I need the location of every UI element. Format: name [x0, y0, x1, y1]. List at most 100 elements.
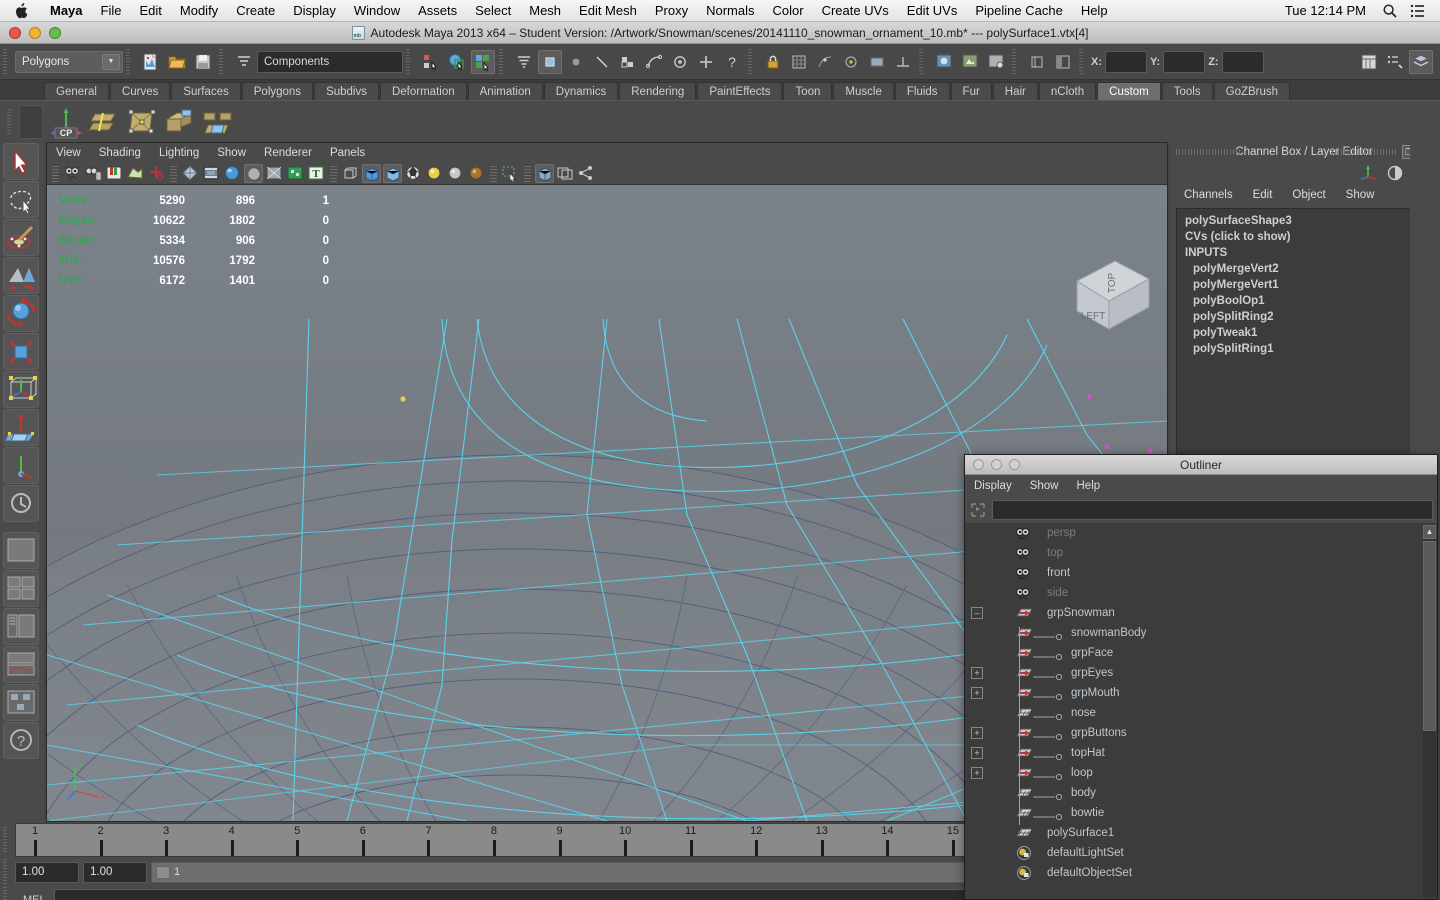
grip-3[interactable] — [219, 48, 228, 75]
selection-mask-dropdown[interactable]: Polygons ▼ — [15, 50, 123, 73]
y-input[interactable] — [1163, 50, 1206, 73]
shelf-grip[interactable] — [7, 108, 16, 135]
outliner-expand-toggle-grpMouth[interactable]: + — [971, 687, 983, 699]
outliner-row-grpSnowman[interactable]: – grpSnowman — [965, 603, 1437, 623]
text-icon[interactable]: T — [307, 164, 326, 183]
outliner-list[interactable]: persp top front side – grpSnowman snowmanBody g… — [965, 523, 1437, 899]
osx-menu-proxy[interactable]: Proxy — [646, 0, 697, 22]
layout-single-icon[interactable] — [3, 532, 39, 569]
show-manipulator-icon[interactable] — [3, 447, 39, 484]
light-brown-icon[interactable] — [467, 164, 486, 183]
share-icon[interactable] — [577, 164, 596, 183]
list-icon[interactable] — [1410, 3, 1426, 19]
channel-box-list[interactable]: polySurfaceShape3 CVs (click to show) IN… — [1176, 208, 1432, 462]
outliner-row-top[interactable]: top — [965, 543, 1437, 563]
last-tool-icon[interactable] — [3, 485, 39, 522]
viewport-grip-2[interactable] — [170, 165, 177, 182]
render-settings-icon[interactable] — [984, 50, 1008, 74]
handle-mask-icon[interactable] — [668, 50, 692, 74]
outliner-search-input[interactable] — [992, 500, 1433, 520]
channel-box-input-polytweak1[interactable]: polyTweak1 — [1177, 325, 1431, 341]
shelf-tab-custom[interactable]: Custom — [1097, 82, 1161, 100]
outliner-expand-toggle-loop[interactable]: + — [971, 767, 983, 779]
select-by-hierarchy-icon[interactable] — [419, 50, 443, 74]
snap-normal-icon[interactable] — [891, 50, 915, 74]
osx-menu-edit-uvs[interactable]: Edit UVs — [898, 0, 967, 22]
osx-menu-help[interactable]: Help — [1072, 0, 1117, 22]
outliner-window[interactable]: Outliner Display Show Help persp top front… — [964, 454, 1438, 900]
manip-icon[interactable] — [147, 164, 166, 183]
outliner-row-nose[interactable]: nose — [965, 703, 1437, 723]
osx-menu-mesh[interactable]: Mesh — [520, 0, 570, 22]
status-line-grip[interactable] — [3, 48, 12, 75]
layout-hypershade-icon[interactable] — [3, 684, 39, 721]
select-hierarchy-icon[interactable] — [232, 50, 256, 74]
layout-four-icon[interactable] — [3, 570, 39, 607]
component-mask-icon[interactable] — [512, 50, 536, 74]
half-circle-icon[interactable] — [1386, 164, 1404, 182]
film-gate-icon[interactable] — [556, 164, 575, 183]
toggle-tool-settings-icon[interactable] — [1051, 50, 1075, 74]
outliner-menu-show[interactable]: Show — [1021, 480, 1068, 492]
snap-view-plane-icon[interactable] — [865, 50, 889, 74]
apple-icon[interactable] — [0, 2, 41, 19]
osx-menu-create-uvs[interactable]: Create UVs — [813, 0, 898, 22]
channel-box-grip-right[interactable] — [1332, 149, 1398, 155]
outliner-expand-toggle-grpSnowman[interactable]: – — [971, 607, 983, 619]
viewport-menu-panels[interactable]: Panels — [321, 147, 374, 159]
viewport-menu-renderer[interactable]: Renderer — [255, 147, 321, 159]
channel-box-input-polymergevert2[interactable]: polyMergeVert2 — [1177, 261, 1431, 277]
outliner-filter-icon[interactable] — [969, 501, 987, 519]
texture-icon[interactable] — [223, 164, 242, 183]
show-attribute-editor-icon[interactable] — [1383, 50, 1407, 74]
layout-graph-icon[interactable] — [3, 646, 39, 683]
shelf-tab-fur[interactable]: Fur — [950, 82, 992, 100]
multicut-icon[interactable] — [125, 105, 159, 139]
range-grip[interactable] — [3, 859, 12, 885]
extrude-icon[interactable] — [163, 105, 197, 139]
outliner-row-grpEyes[interactable]: + grpEyes — [965, 663, 1437, 683]
grip-7[interactable] — [919, 48, 928, 75]
layout-outliner-icon[interactable] — [3, 608, 39, 645]
outliner-row-grpButtons[interactable]: + grpButtons — [965, 723, 1437, 743]
shelf-tab-animation[interactable]: Animation — [467, 82, 543, 100]
osx-menu-assets[interactable]: Assets — [409, 0, 466, 22]
lighting-icon[interactable] — [244, 164, 263, 183]
outliner-row-grpFace[interactable]: grpFace — [965, 643, 1437, 663]
osx-menu-window[interactable]: Window — [345, 0, 409, 22]
snap-grid-icon[interactable] — [787, 50, 811, 74]
bounding-box-icon[interactable] — [341, 164, 360, 183]
grip-9[interactable] — [1079, 48, 1088, 75]
channel-box-input-polymergevert1[interactable]: polyMergeVert1 — [1177, 277, 1431, 293]
z-input[interactable] — [1221, 50, 1264, 73]
outliner-menu-help[interactable]: Help — [1068, 480, 1110, 492]
viewport-menu-lighting[interactable]: Lighting — [150, 147, 208, 159]
osx-menu-edit[interactable]: Edit — [130, 0, 170, 22]
viewport-grip-1[interactable] — [52, 165, 59, 182]
command-line-grip[interactable] — [3, 887, 12, 900]
channel-box-menu-object[interactable]: Object — [1282, 189, 1335, 201]
grip-6[interactable] — [748, 48, 757, 75]
osx-menu-modify[interactable]: Modify — [171, 0, 227, 22]
range-end-field[interactable]: 1.00 — [83, 861, 147, 883]
help-icon[interactable]: ? — [3, 722, 39, 759]
smooth-shade-icon[interactable] — [202, 164, 221, 183]
channel-box-shape-name[interactable]: polySurfaceShape3 — [1177, 213, 1431, 229]
shelf-tab-hair[interactable]: Hair — [992, 82, 1038, 100]
camera-select-icon[interactable] — [63, 164, 82, 183]
outliner-menu-display[interactable]: Display — [965, 480, 1021, 492]
outliner-row-grpMouth[interactable]: + grpMouth — [965, 683, 1437, 703]
shelf-tab-painteffects[interactable]: PaintEffects — [697, 82, 783, 100]
open-scene-icon[interactable] — [165, 50, 189, 74]
osx-menu-file[interactable]: File — [92, 0, 131, 22]
channel-box-grip-left[interactable] — [1176, 149, 1242, 155]
osx-menu-select[interactable]: Select — [466, 0, 520, 22]
vertex-mask-icon[interactable] — [538, 49, 562, 74]
snap-curve-icon[interactable] — [813, 50, 837, 74]
shelf-tab-ncloth[interactable]: nCloth — [1038, 82, 1097, 100]
shelf-tab-general[interactable]: General — [44, 82, 109, 100]
outliner-expand-toggle-grpButtons[interactable]: + — [971, 727, 983, 739]
range-start-field[interactable]: 1.00 — [15, 861, 79, 883]
osx-menu-color[interactable]: Color — [764, 0, 813, 22]
xray-icon[interactable] — [286, 164, 305, 183]
